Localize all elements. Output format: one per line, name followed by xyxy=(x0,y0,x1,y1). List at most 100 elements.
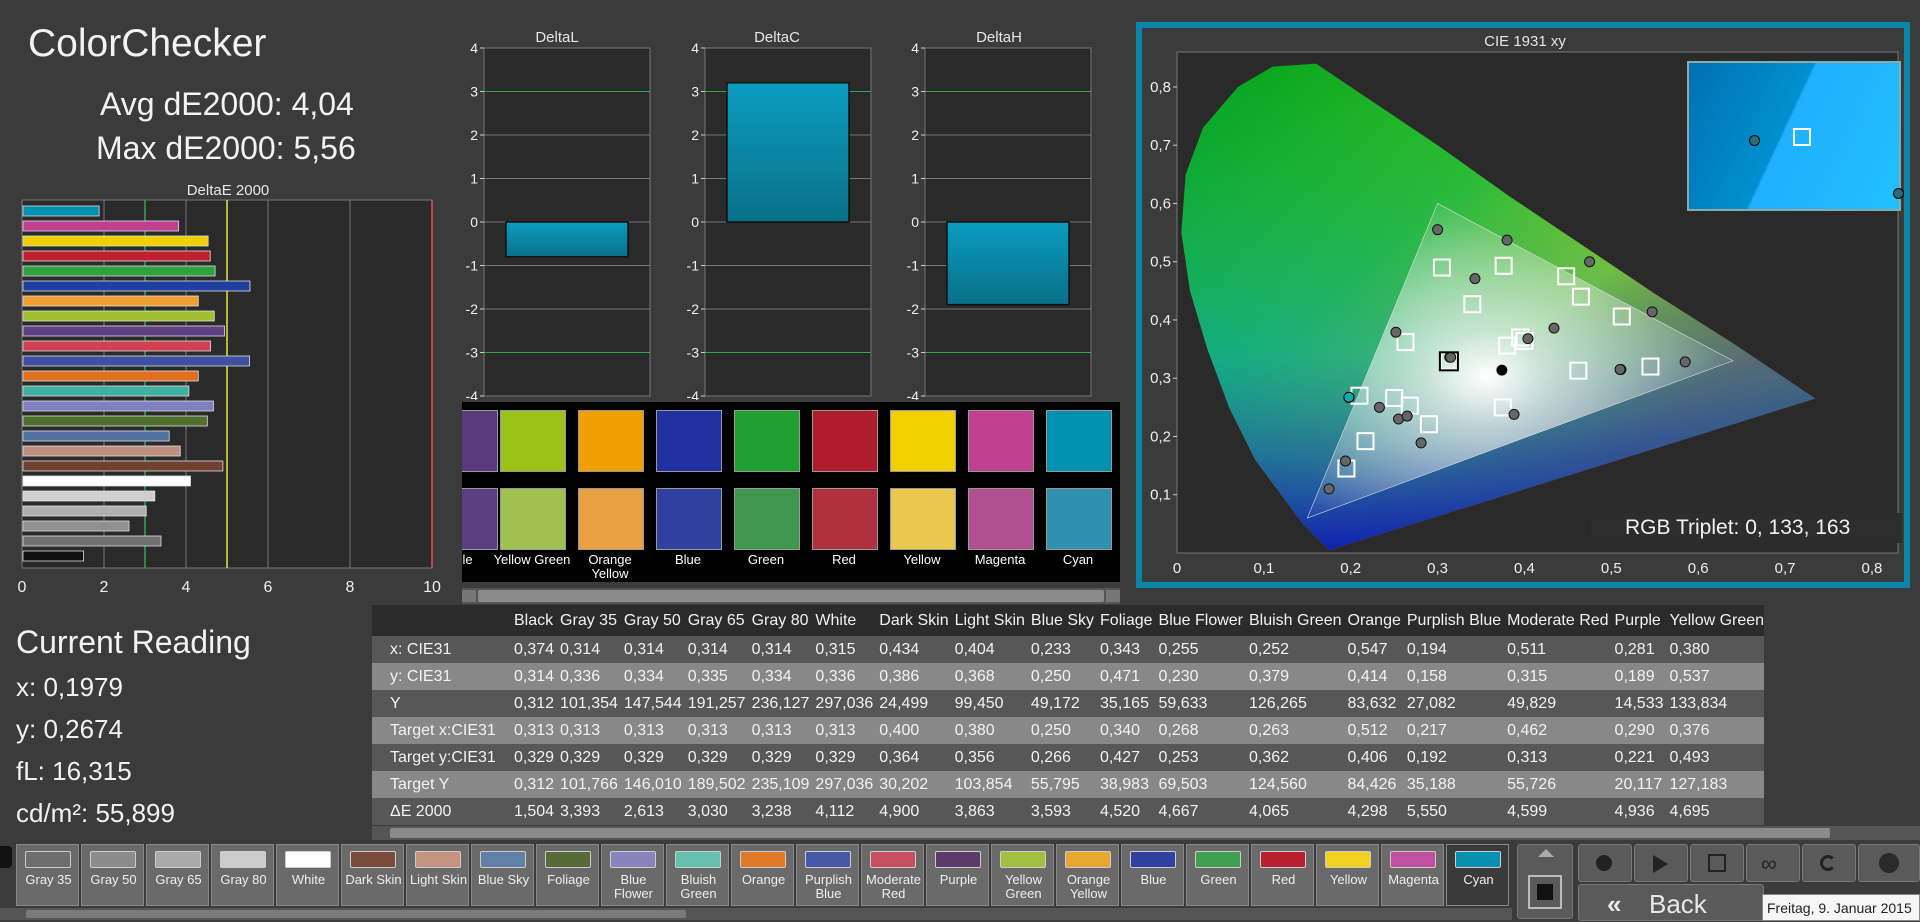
table-cell: 189,502 xyxy=(681,771,746,798)
table-cell: 0,314 xyxy=(745,636,810,663)
table-column-header: Orange xyxy=(1341,605,1401,636)
delta-tick-label: 1 xyxy=(911,171,919,187)
current-reading-title: Current Reading xyxy=(16,624,251,660)
swatch-target xyxy=(578,488,644,550)
zoom-edge-point xyxy=(1893,188,1904,199)
patch-scroll-thumb[interactable] xyxy=(26,910,686,918)
cie-measured-point xyxy=(1401,410,1413,422)
table-cell: 0,250 xyxy=(1024,717,1095,744)
table-row: Target Y 0,312 101,766 146,010 189,502 235,10… xyxy=(372,771,1765,798)
swatch-label: Orange Yellow xyxy=(588,552,632,581)
patch-button[interactable]: Dark Skin xyxy=(341,844,404,906)
deltae-tick-label: 8 xyxy=(346,579,355,596)
refresh-button[interactable] xyxy=(1802,844,1856,882)
patch-chip xyxy=(610,851,656,868)
patch-button[interactable]: White xyxy=(276,844,339,906)
patch-scrollbar[interactable] xyxy=(0,908,1512,920)
play-icon xyxy=(1653,855,1668,873)
patch-button[interactable]: Blue Sky xyxy=(471,844,534,906)
back-label: Back xyxy=(1649,889,1707,919)
patch-button[interactable]: Foliage xyxy=(536,844,599,906)
patch-button[interactable]: Light Skin xyxy=(406,844,469,906)
table-scrollbar[interactable] xyxy=(372,826,1920,840)
patch-chip xyxy=(870,851,916,868)
deltae-bar xyxy=(22,250,211,262)
delta-tick-label: 2 xyxy=(911,127,919,143)
patch-black-partial[interactable] xyxy=(0,846,12,868)
infinity-icon: ∞ xyxy=(1761,851,1777,876)
patch-button[interactable]: Moderate Red xyxy=(861,844,924,906)
scroll-left-arrow[interactable] xyxy=(462,590,476,602)
circle-button[interactable] xyxy=(1858,844,1920,882)
patch-label: Bluish Green xyxy=(680,872,717,901)
patch-button[interactable]: Gray 65 xyxy=(146,844,209,906)
table-cell: 49,172 xyxy=(1024,690,1095,717)
table-cell: 35,165 xyxy=(1094,690,1153,717)
table-cell: 0,313 xyxy=(1501,744,1609,771)
table-cell: 0,266 xyxy=(1024,744,1095,771)
patch-button[interactable]: Yellow Green xyxy=(991,844,1054,906)
patch-button[interactable]: Blue xyxy=(1121,844,1184,906)
delta-tick-label: -3 xyxy=(687,345,700,361)
table-cell: 0,233 xyxy=(1024,636,1095,663)
scroll-right-arrow[interactable] xyxy=(1106,590,1120,602)
table-column-header: Light Skin xyxy=(948,605,1025,636)
save-button[interactable] xyxy=(1690,844,1744,882)
patch-button[interactable]: Gray 80 xyxy=(211,844,274,906)
table-cell: 0,329 xyxy=(617,744,682,771)
swatch-measured xyxy=(578,410,644,472)
table-row: Target y:CIE31 0,329 0,329 0,329 0,329 0,329 0… xyxy=(372,744,1765,771)
table-cell: 0,315 xyxy=(809,636,874,663)
deltae-chart-title: DeltaE 2000 xyxy=(186,182,270,199)
table-cell: 1,504 xyxy=(508,798,555,825)
table-cell: 4,112 xyxy=(809,798,874,825)
cie-measured-point xyxy=(1445,351,1457,363)
cie-xtick-label: 0,7 xyxy=(1775,560,1796,577)
delta-tick-label: -2 xyxy=(907,301,920,317)
patch-button[interactable]: Bluish Green xyxy=(666,844,729,906)
deltae-bar xyxy=(22,205,100,217)
patch-button[interactable]: Magenta xyxy=(1381,844,1444,906)
patch-button[interactable]: Orange Yellow xyxy=(1056,844,1119,906)
swatch-scrollbar[interactable] xyxy=(462,588,1120,604)
swatch-measured xyxy=(734,410,800,472)
table-cell: 127,183 xyxy=(1663,771,1765,798)
nav-updown[interactable] xyxy=(1517,844,1573,919)
patch-button[interactable]: Gray 50 xyxy=(81,844,144,906)
scroll-thumb[interactable] xyxy=(478,590,1104,602)
patch-button[interactable]: Purple xyxy=(926,844,989,906)
patch-label: Dark Skin xyxy=(345,872,402,887)
patch-button[interactable]: Yellow xyxy=(1316,844,1379,906)
table-cell: 0,336 xyxy=(554,663,618,690)
loop-button[interactable]: ∞ xyxy=(1746,844,1800,882)
patch-label: Purplish Blue xyxy=(805,872,852,901)
play-button[interactable] xyxy=(1634,844,1688,882)
table-column-header: Gray 50 xyxy=(617,605,682,636)
cie-xtick-label: 0,3 xyxy=(1427,560,1448,577)
patch-button[interactable]: Orange xyxy=(731,844,794,906)
table-cell: 101,766 xyxy=(554,771,618,798)
cie-measured-point xyxy=(1469,273,1481,285)
deltae-bar xyxy=(22,280,251,292)
table-cell: 0,493 xyxy=(1663,744,1765,771)
patch-chip xyxy=(25,851,71,868)
patch-button[interactable]: Purplish Blue xyxy=(796,844,859,906)
back-button[interactable]: « Back xyxy=(1578,884,1764,921)
patch-button[interactable]: Green xyxy=(1186,844,1249,906)
stop-button[interactable] xyxy=(1578,844,1632,882)
table-scroll-thumb[interactable] xyxy=(390,828,1830,838)
patch-button[interactable]: Red xyxy=(1251,844,1314,906)
patch-button[interactable]: Cyan xyxy=(1446,844,1509,906)
swatch-target xyxy=(462,488,498,550)
table-cell: 27,082 xyxy=(1400,690,1502,717)
patch-chip xyxy=(220,851,266,868)
patch-button[interactable]: Blue Flower xyxy=(601,844,664,906)
patch-button[interactable]: Gray 35 xyxy=(16,844,79,906)
cie-measured-point xyxy=(1373,401,1385,413)
cie-measured-point xyxy=(1432,224,1444,236)
swatch-target xyxy=(890,488,956,550)
cie-xtick-label: 0,2 xyxy=(1340,560,1361,577)
table-cell: 0,230 xyxy=(1152,663,1243,690)
deltae-bar xyxy=(22,550,84,562)
table-cell: 0,511 xyxy=(1501,636,1609,663)
